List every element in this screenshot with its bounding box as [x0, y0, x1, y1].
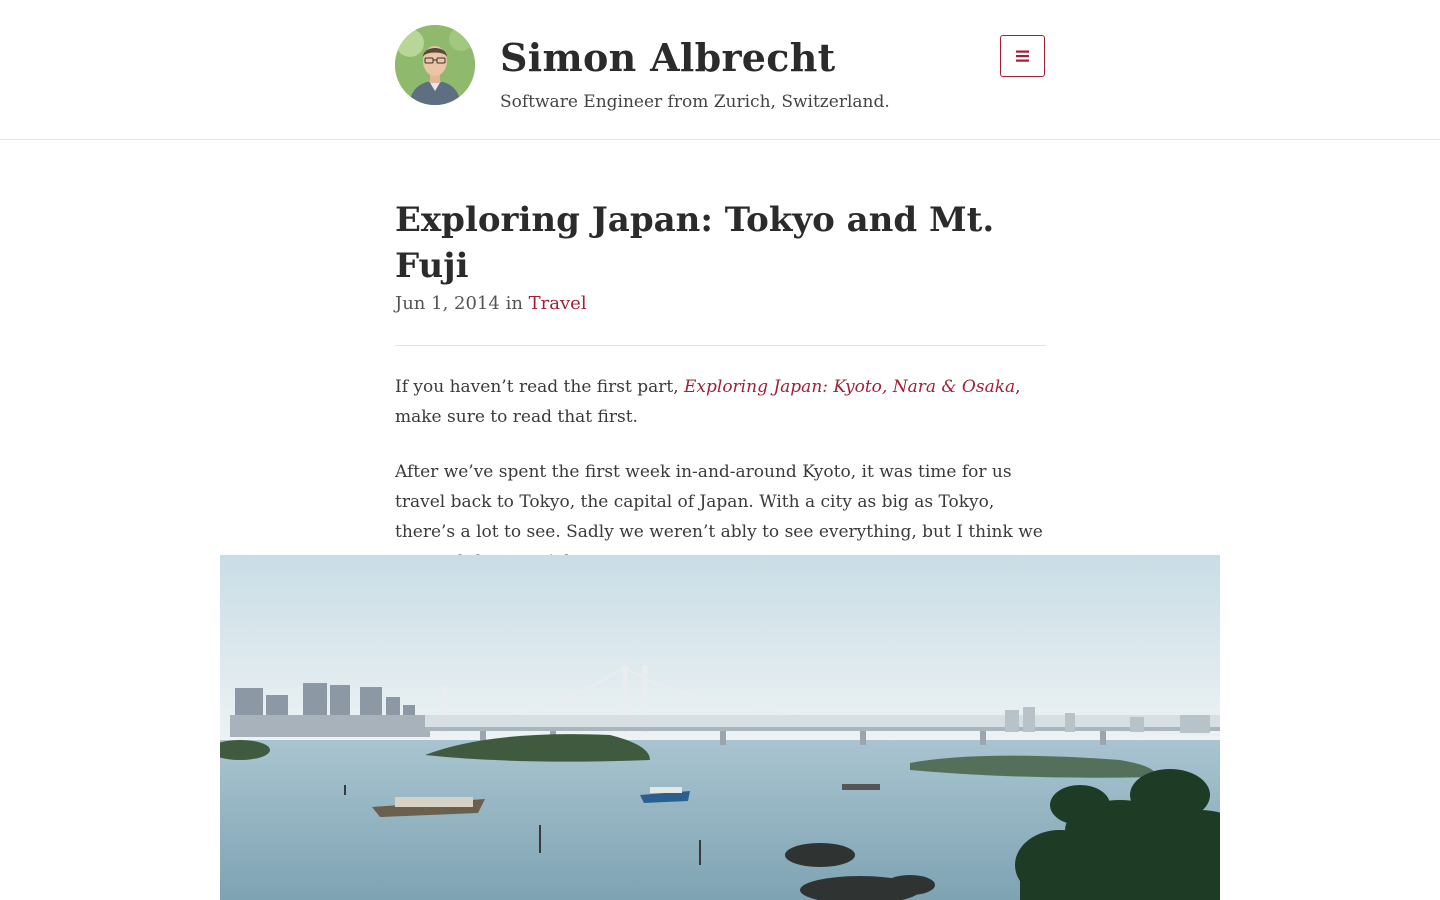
rainbow-bridge-image — [220, 555, 1220, 900]
post-meta: Jun 1, 2014 in Travel — [395, 289, 1046, 346]
site-header: Simon Albrecht Software Engineer from Zu… — [0, 0, 1440, 140]
intro-text-before: If you haven’t read the first part, — [395, 377, 684, 397]
avatar-photo — [395, 25, 475, 105]
post-meta-in: in — [505, 293, 523, 314]
site-tagline: Software Engineer from Zurich, Switzerla… — [500, 92, 890, 112]
tokyo-bay-photo — [220, 555, 1220, 900]
site-title[interactable]: Simon Albrecht — [500, 30, 836, 86]
post-title: Exploring Japan: Tokyo and Mt. Fuji — [395, 200, 995, 286]
category-link[interactable]: Travel — [529, 293, 587, 314]
avatar[interactable] — [395, 25, 475, 105]
menu-button[interactable] — [1000, 35, 1045, 77]
intro-paragraph: If you haven’t read the first part, Expl… — [395, 372, 1046, 432]
previous-post-link[interactable]: Exploring Japan: Kyoto, Nara & Osaka — [684, 377, 1015, 397]
blog-post: Exploring Japan: Tokyo and Mt. Fuji Jun … — [395, 141, 1046, 577]
hamburger-menu-icon — [1015, 50, 1029, 62]
post-date: Jun 1, 2014 — [395, 293, 500, 314]
